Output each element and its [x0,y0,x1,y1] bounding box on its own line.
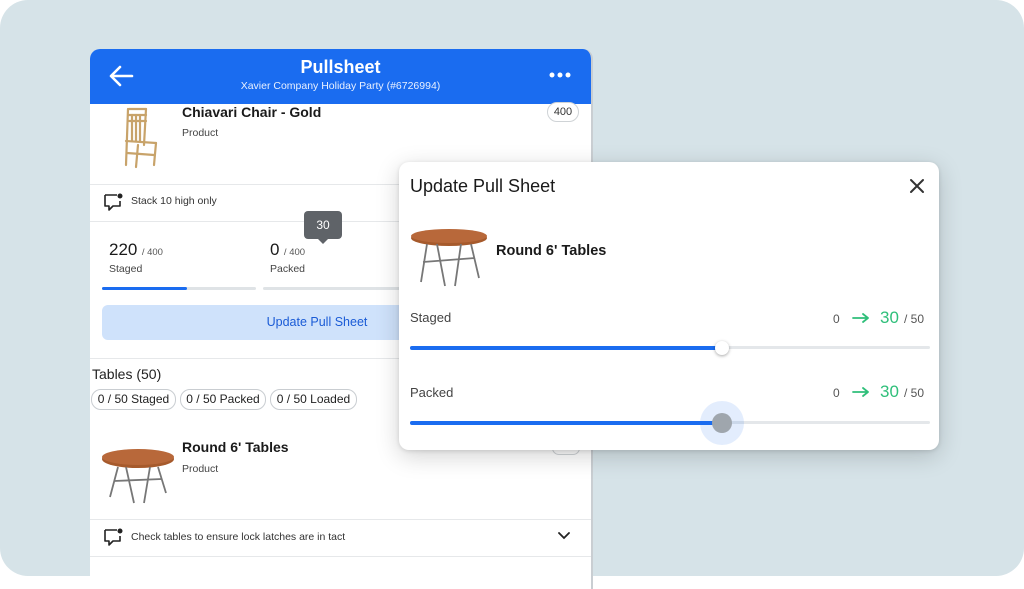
slider-value-tooltip: 30 [304,211,342,244]
more-horizontal-icon[interactable] [549,72,571,78]
product-type: Product [182,127,219,139]
staged-slider-track[interactable] [410,340,930,355]
page-title: Pullsheet [300,57,381,77]
packed-count: 0 [270,240,280,259]
product-note: Stack 10 high only [131,195,217,207]
staged-stat: 220 / 400 [109,240,163,260]
staged-max-value: / 50 [904,312,925,326]
packed-label: Packed [270,263,306,275]
dialog-product-name: Round 6' Tables [496,243,607,259]
staged-slider-label: Staged [410,310,452,325]
packed-to-value: 30 [880,382,899,401]
staged-slider-thumb[interactable] [715,340,729,355]
close-icon[interactable] [908,177,926,195]
staged-from-value: 0 [833,312,840,326]
chevron-down-icon[interactable] [558,532,570,540]
staged-to-value: 30 [880,308,899,327]
staged-progress-fill [102,287,187,290]
chiavari-chair-image [124,107,158,169]
packed-slider-label: Packed [410,385,454,400]
comment-note-icon [104,193,123,211]
staged-label: Staged [109,263,143,275]
chip-packed[interactable]: 0 / 50 Packed [180,389,266,410]
packed-stat: 0 / 400 [270,240,305,260]
chip-loaded[interactable]: 0 / 50 Loaded [270,389,357,410]
packed-progress-bar [263,287,417,290]
staged-count: 220 [109,240,138,259]
product-name: Chiavari Chair - Gold [182,104,322,120]
page-subtitle: Xavier Company Holiday Party (#6726994) [240,80,441,92]
packed-max-value: / 50 [904,386,925,400]
app-header: Pullsheet Xavier Company Holiday Party (… [90,49,591,104]
arrow-right-icon [852,387,869,397]
packed-slider-thumb[interactable] [700,400,744,445]
product-note: Check tables to ensure lock latches are … [131,531,346,543]
packed-total: / 400 [283,247,306,258]
packed-slider-fill [410,420,722,425]
dialog-title: Update Pull Sheet [410,176,556,196]
round-table-image [411,229,487,287]
packed-slider-track[interactable] [410,400,930,445]
chip-staged[interactable]: 0 / 50 Staged [91,389,176,410]
product-name: Round 6' Tables [182,439,289,455]
comment-note-icon [104,528,123,546]
arrow-right-icon [852,313,869,323]
tables-section-title: Tables (50) [92,366,162,382]
staged-progress-bar [102,287,256,290]
quantity-badge: 400 [547,102,579,122]
divider [90,519,591,520]
product-type: Product [182,463,219,475]
staged-slider-fill [410,345,722,350]
staged-total: / 400 [141,247,163,258]
divider [90,556,591,557]
round-table-image [102,449,174,504]
update-pull-sheet-dialog: Update Pull Sheet Round 6' Tables Staged… [399,162,939,450]
packed-from-value: 0 [833,386,840,400]
